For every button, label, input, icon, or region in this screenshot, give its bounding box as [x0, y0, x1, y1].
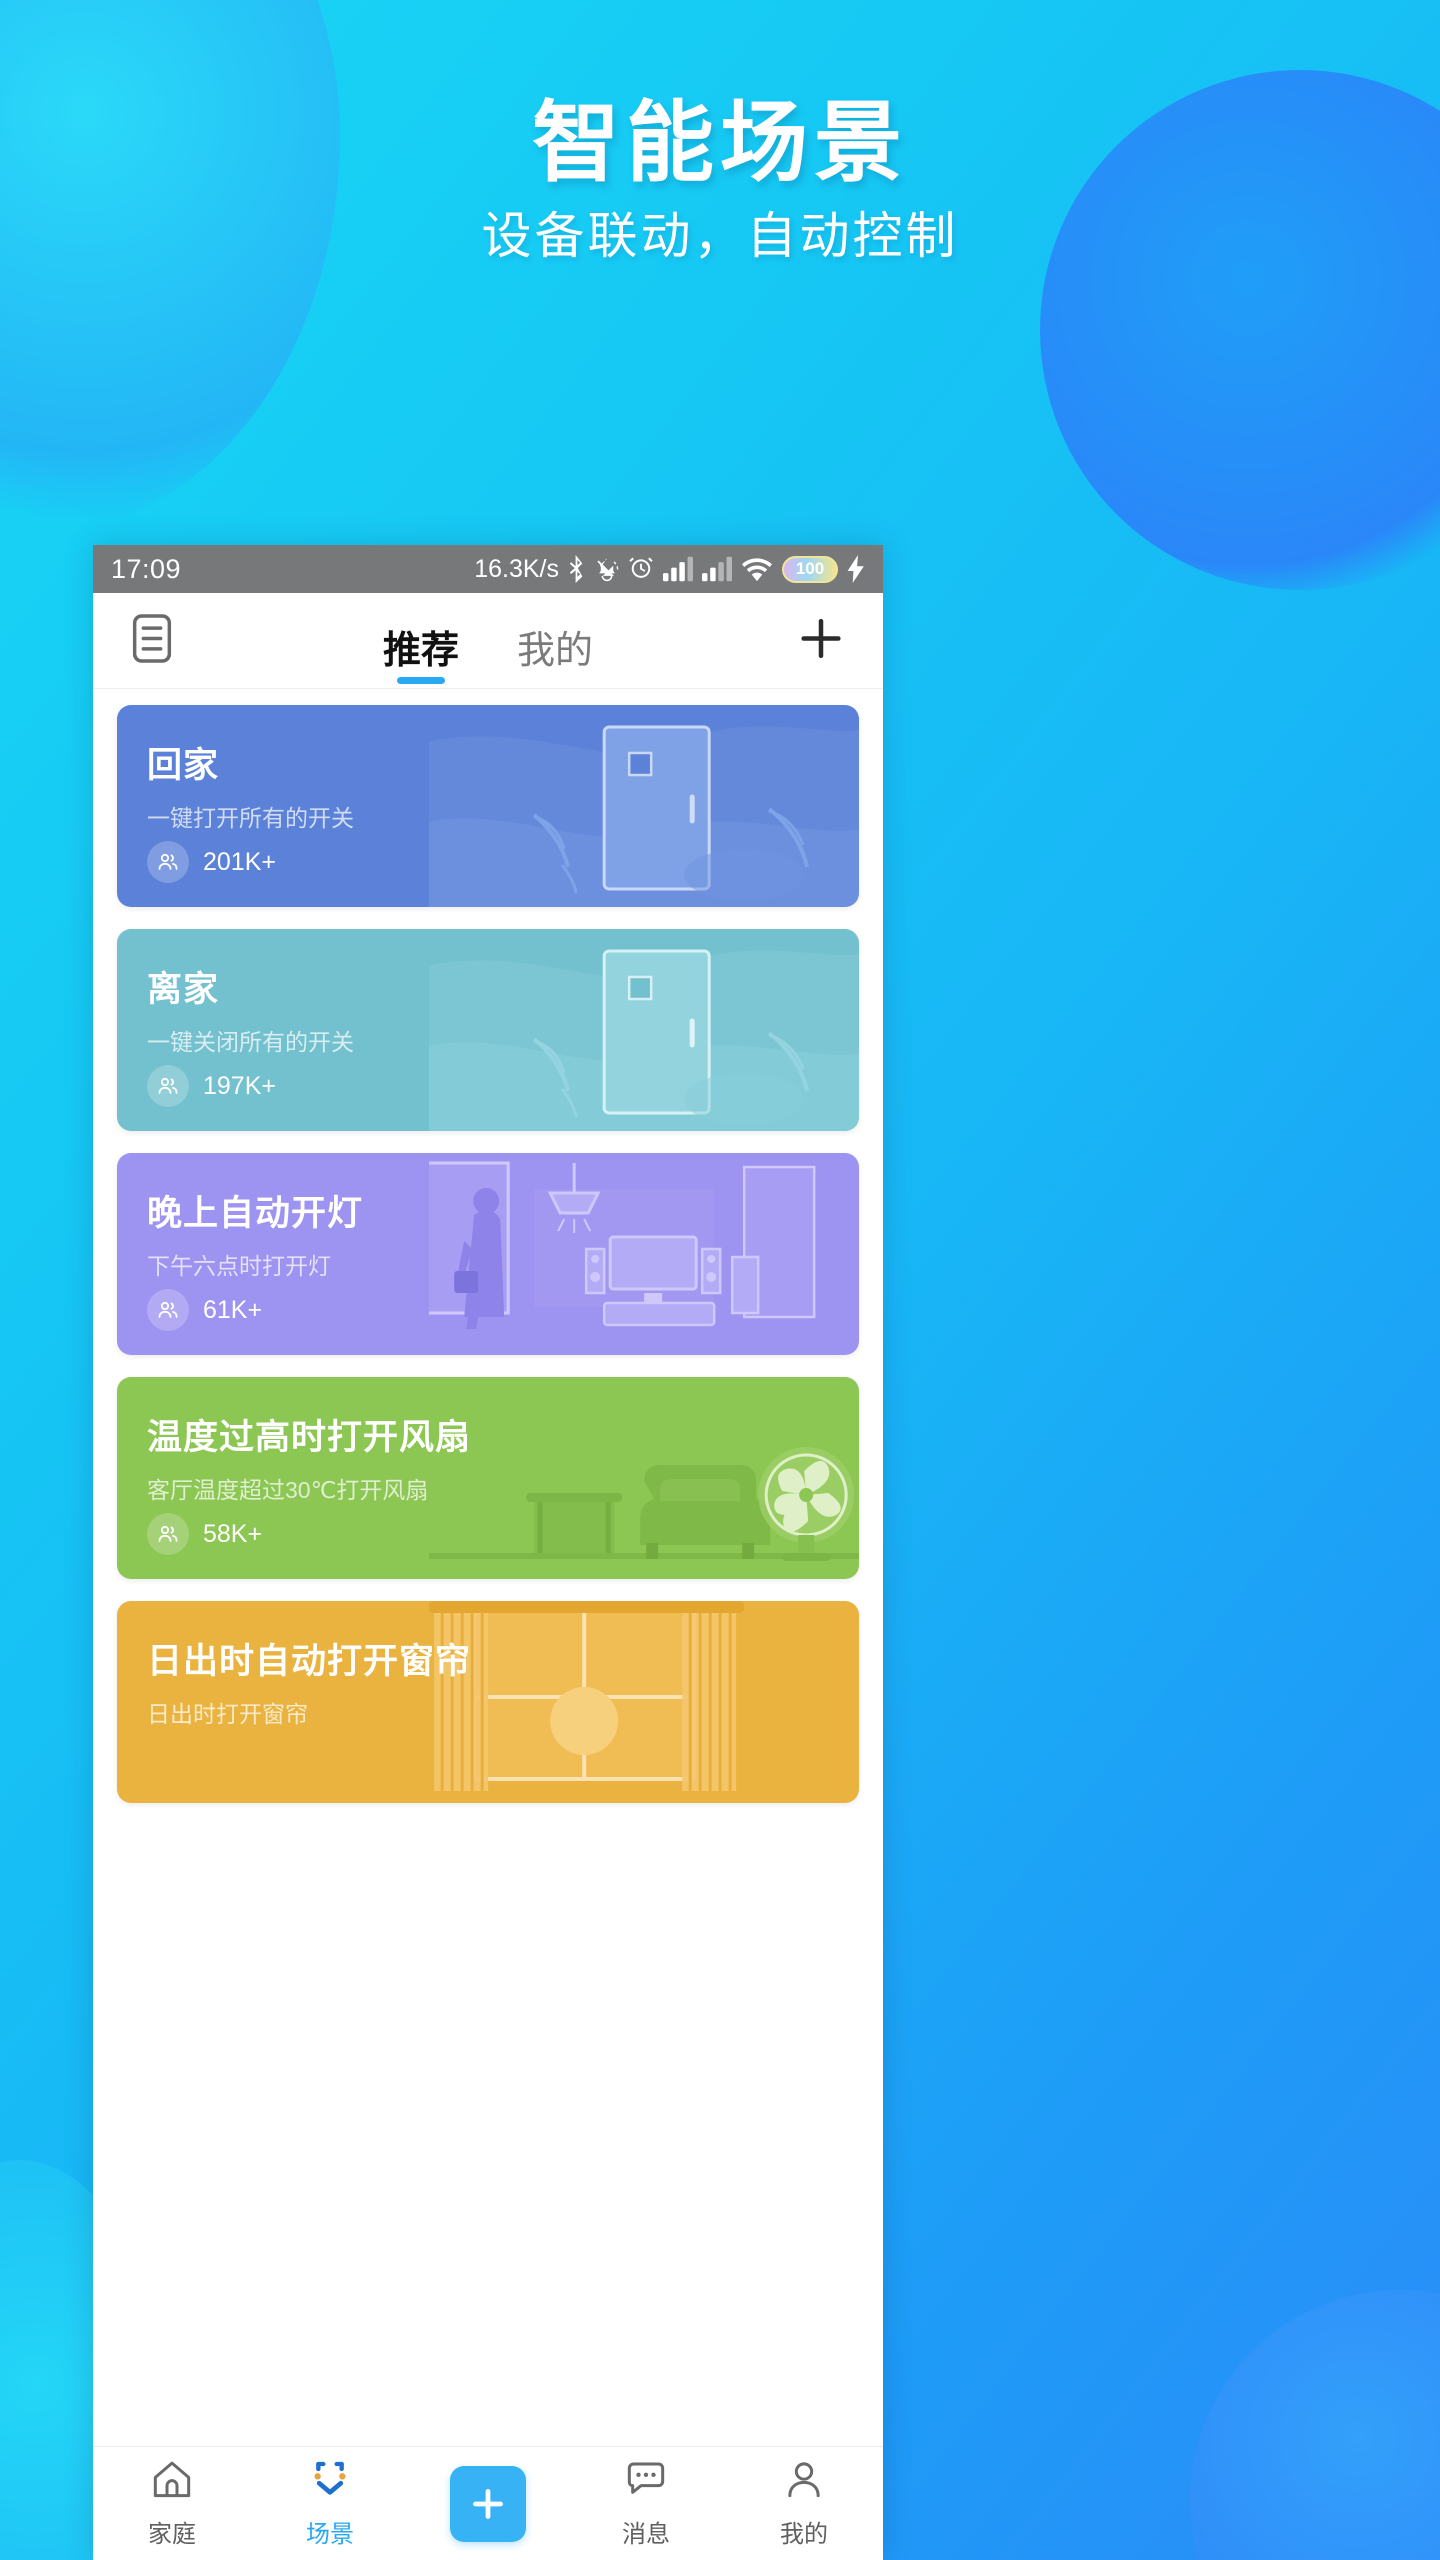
card-title: 回家	[147, 746, 220, 785]
card-title: 日出时自动打开窗帘	[147, 1642, 472, 1681]
people-icon	[147, 1065, 189, 1107]
phone-screen: 17:09 16.3K/s 100 推荐 我的 回家 一键打开所有的开关 201…	[93, 545, 883, 2560]
bottom-nav-item-message[interactable]: 消息	[567, 2459, 725, 2549]
message-icon	[624, 2459, 668, 2506]
scene-icon	[308, 2459, 352, 2506]
signal-bars-icon	[663, 556, 693, 582]
scene-card[interactable]: 日出时自动打开窗帘 日出时打开窗帘	[117, 1601, 859, 1803]
list-menu-icon[interactable]	[129, 612, 175, 669]
card-description: 下午六点时打开灯	[147, 1253, 331, 1279]
card-usage-stat: 201K+	[147, 841, 276, 883]
card-title: 离家	[147, 970, 220, 1009]
wifi-icon	[742, 558, 772, 582]
charging-bolt-icon	[847, 555, 864, 583]
tab-label: 我的	[517, 630, 594, 672]
bluetooth-icon	[569, 555, 583, 583]
scene-card[interactable]: 回家 一键打开所有的开关 201K+	[117, 705, 859, 907]
card-title: 温度过高时打开风扇	[147, 1418, 472, 1457]
tab-mine[interactable]: 我的	[511, 632, 599, 688]
scene-card[interactable]: 晚上自动开灯 下午六点时打开灯 61K+	[117, 1153, 859, 1355]
status-time: 17:09	[111, 553, 182, 584]
card-usage-stat: 197K+	[147, 1065, 276, 1107]
card-usage-stat: 61K+	[147, 1289, 262, 1331]
tab-active-underline	[396, 677, 445, 684]
people-icon	[147, 1289, 189, 1331]
signal-bars-icon	[702, 556, 732, 582]
card-usage-count: 61K+	[203, 1295, 263, 1324]
bottom-nav-bar: 家庭 场景 消息 我的	[93, 2446, 883, 2560]
bottom-nav-label: 消息	[622, 2520, 670, 2548]
card-usage-count: 197K+	[203, 1071, 276, 1100]
bottom-nav-label: 场景	[306, 2520, 354, 2548]
battery-level: 100	[795, 559, 825, 578]
network-speed-label: 16.3K/s	[474, 554, 559, 583]
tab-recommended[interactable]: 推荐	[377, 632, 465, 688]
tab-list: 推荐 我的	[377, 593, 599, 688]
scene-card[interactable]: 温度过高时打开风扇 客厅温度超过30℃打开风扇 58K+	[117, 1377, 859, 1579]
bottom-nav-item-home[interactable]: 家庭	[93, 2459, 251, 2549]
card-description: 一键关闭所有的开关	[147, 1029, 354, 1055]
bottom-nav-item-profile[interactable]: 我的	[725, 2459, 883, 2549]
card-description: 客厅温度超过30℃打开风扇	[147, 1477, 429, 1503]
mute-bell-icon	[597, 558, 619, 582]
card-usage-count: 58K+	[203, 1519, 263, 1548]
bottom-nav-item-scene[interactable]: 场景	[251, 2459, 409, 2549]
card-usage-count: 201K+	[203, 847, 276, 876]
promo-subtitle: 设备联动，自动控制	[481, 208, 959, 264]
top-nav-bar: 推荐 我的	[93, 593, 883, 689]
bottom-nav-label: 家庭	[148, 2520, 196, 2548]
bottom-nav-label: 我的	[780, 2520, 828, 2548]
decorative-blob	[1190, 2290, 1440, 2560]
add-scene-fab[interactable]	[450, 2465, 526, 2542]
scene-card[interactable]: 离家 一键关闭所有的开关 197K+	[117, 929, 859, 1131]
person-icon	[782, 2459, 826, 2506]
plus-icon[interactable]	[795, 612, 847, 669]
scene-card-list[interactable]: 回家 一键打开所有的开关 201K+ 离家 一键关闭所有的开关 197K+ 晚上…	[93, 689, 883, 2446]
home-icon	[150, 2459, 194, 2506]
add-scene-fab-wrapper	[409, 2465, 567, 2542]
card-title: 晚上自动开灯	[147, 1194, 364, 1233]
promo-title: 智能场景	[531, 93, 908, 192]
alarm-clock-icon	[629, 557, 653, 578]
battery-icon: 100	[782, 555, 838, 583]
card-usage-stat: 58K+	[147, 1513, 262, 1555]
tab-label: 推荐	[382, 630, 459, 672]
people-icon	[147, 841, 189, 883]
status-bar: 17:09 16.3K/s 100	[93, 545, 883, 593]
people-icon	[147, 1513, 189, 1555]
card-description: 日出时打开窗帘	[147, 1701, 308, 1727]
card-description: 一键打开所有的开关	[147, 805, 354, 831]
